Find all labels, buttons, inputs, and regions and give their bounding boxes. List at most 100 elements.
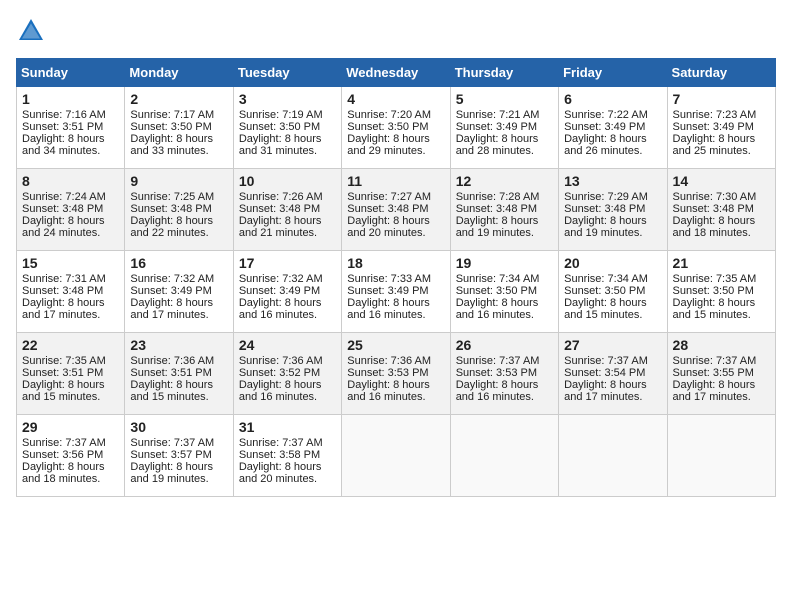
day-number: 19 [456,255,553,271]
sunrise-text: Sunrise: 7:30 AM [673,191,757,203]
sunrise-text: Sunrise: 7:37 AM [564,355,648,367]
sunset-text: Sunset: 3:53 PM [456,367,537,379]
calendar-cell: 30Sunrise: 7:37 AMSunset: 3:57 PMDayligh… [125,415,233,497]
daylight-text: Daylight: 8 hours and 16 minutes. [347,379,430,403]
daylight-text: Daylight: 8 hours and 19 minutes. [456,215,539,239]
daylight-text: Daylight: 8 hours and 29 minutes. [347,133,430,157]
sunrise-text: Sunrise: 7:36 AM [239,355,323,367]
day-number: 2 [130,91,227,107]
calendar-table: SundayMondayTuesdayWednesdayThursdayFrid… [16,58,776,497]
sunrise-text: Sunrise: 7:35 AM [673,273,757,285]
sunset-text: Sunset: 3:49 PM [347,285,428,297]
calendar-cell: 26Sunrise: 7:37 AMSunset: 3:53 PMDayligh… [450,333,558,415]
day-number: 13 [564,173,661,189]
sunrise-text: Sunrise: 7:34 AM [456,273,540,285]
column-header-tuesday: Tuesday [233,59,341,87]
sunrise-text: Sunrise: 7:17 AM [130,109,214,121]
sunrise-text: Sunrise: 7:31 AM [22,273,106,285]
column-header-monday: Monday [125,59,233,87]
calendar-cell [667,415,775,497]
day-number: 15 [22,255,119,271]
sunrise-text: Sunrise: 7:37 AM [239,437,323,449]
calendar-cell: 31Sunrise: 7:37 AMSunset: 3:58 PMDayligh… [233,415,341,497]
sunset-text: Sunset: 3:50 PM [673,285,754,297]
day-number: 16 [130,255,227,271]
day-number: 22 [22,337,119,353]
daylight-text: Daylight: 8 hours and 16 minutes. [239,379,322,403]
sunset-text: Sunset: 3:55 PM [673,367,754,379]
sunset-text: Sunset: 3:49 PM [239,285,320,297]
calendar-cell: 7Sunrise: 7:23 AMSunset: 3:49 PMDaylight… [667,87,775,169]
calendar-week-row: 15Sunrise: 7:31 AMSunset: 3:48 PMDayligh… [17,251,776,333]
daylight-text: Daylight: 8 hours and 16 minutes. [456,379,539,403]
daylight-text: Daylight: 8 hours and 24 minutes. [22,215,105,239]
daylight-text: Daylight: 8 hours and 16 minutes. [347,297,430,321]
sunset-text: Sunset: 3:48 PM [239,203,320,215]
daylight-text: Daylight: 8 hours and 17 minutes. [22,297,105,321]
calendar-cell: 1Sunrise: 7:16 AMSunset: 3:51 PMDaylight… [17,87,125,169]
calendar-cell: 28Sunrise: 7:37 AMSunset: 3:55 PMDayligh… [667,333,775,415]
calendar-cell: 11Sunrise: 7:27 AMSunset: 3:48 PMDayligh… [342,169,450,251]
day-number: 20 [564,255,661,271]
sunrise-text: Sunrise: 7:34 AM [564,273,648,285]
sunset-text: Sunset: 3:52 PM [239,367,320,379]
calendar-cell: 13Sunrise: 7:29 AMSunset: 3:48 PMDayligh… [559,169,667,251]
sunset-text: Sunset: 3:48 PM [22,285,103,297]
calendar-week-row: 1Sunrise: 7:16 AMSunset: 3:51 PMDaylight… [17,87,776,169]
daylight-text: Daylight: 8 hours and 34 minutes. [22,133,105,157]
column-header-saturday: Saturday [667,59,775,87]
day-number: 8 [22,173,119,189]
sunrise-text: Sunrise: 7:36 AM [347,355,431,367]
sunrise-text: Sunrise: 7:35 AM [22,355,106,367]
column-header-wednesday: Wednesday [342,59,450,87]
sunset-text: Sunset: 3:49 PM [673,121,754,133]
sunset-text: Sunset: 3:54 PM [564,367,645,379]
daylight-text: Daylight: 8 hours and 15 minutes. [22,379,105,403]
day-number: 11 [347,173,444,189]
sunset-text: Sunset: 3:58 PM [239,449,320,461]
calendar-cell: 9Sunrise: 7:25 AMSunset: 3:48 PMDaylight… [125,169,233,251]
sunrise-text: Sunrise: 7:22 AM [564,109,648,121]
daylight-text: Daylight: 8 hours and 28 minutes. [456,133,539,157]
sunrise-text: Sunrise: 7:29 AM [564,191,648,203]
calendar-cell: 2Sunrise: 7:17 AMSunset: 3:50 PMDaylight… [125,87,233,169]
calendar-week-row: 22Sunrise: 7:35 AMSunset: 3:51 PMDayligh… [17,333,776,415]
daylight-text: Daylight: 8 hours and 26 minutes. [564,133,647,157]
day-number: 18 [347,255,444,271]
daylight-text: Daylight: 8 hours and 17 minutes. [564,379,647,403]
daylight-text: Daylight: 8 hours and 16 minutes. [239,297,322,321]
sunset-text: Sunset: 3:51 PM [22,121,103,133]
daylight-text: Daylight: 8 hours and 21 minutes. [239,215,322,239]
calendar-cell: 27Sunrise: 7:37 AMSunset: 3:54 PMDayligh… [559,333,667,415]
column-header-friday: Friday [559,59,667,87]
calendar-cell: 17Sunrise: 7:32 AMSunset: 3:49 PMDayligh… [233,251,341,333]
day-number: 5 [456,91,553,107]
daylight-text: Daylight: 8 hours and 16 minutes. [456,297,539,321]
sunrise-text: Sunrise: 7:37 AM [130,437,214,449]
calendar-cell: 6Sunrise: 7:22 AMSunset: 3:49 PMDaylight… [559,87,667,169]
sunset-text: Sunset: 3:53 PM [347,367,428,379]
calendar-cell: 14Sunrise: 7:30 AMSunset: 3:48 PMDayligh… [667,169,775,251]
sunset-text: Sunset: 3:56 PM [22,449,103,461]
sunset-text: Sunset: 3:57 PM [130,449,211,461]
daylight-text: Daylight: 8 hours and 15 minutes. [564,297,647,321]
day-number: 17 [239,255,336,271]
calendar-cell: 4Sunrise: 7:20 AMSunset: 3:50 PMDaylight… [342,87,450,169]
calendar-cell: 10Sunrise: 7:26 AMSunset: 3:48 PMDayligh… [233,169,341,251]
sunset-text: Sunset: 3:50 PM [239,121,320,133]
sunrise-text: Sunrise: 7:19 AM [239,109,323,121]
sunrise-text: Sunrise: 7:21 AM [456,109,540,121]
sunset-text: Sunset: 3:51 PM [130,367,211,379]
sunset-text: Sunset: 3:51 PM [22,367,103,379]
calendar-cell: 23Sunrise: 7:36 AMSunset: 3:51 PMDayligh… [125,333,233,415]
daylight-text: Daylight: 8 hours and 17 minutes. [673,379,756,403]
day-number: 9 [130,173,227,189]
sunset-text: Sunset: 3:50 PM [564,285,645,297]
day-number: 24 [239,337,336,353]
calendar-cell: 22 Sunrise: 7:35 AMSunset: 3:51 PMDayligh… [17,333,125,415]
day-number: 31 [239,419,336,435]
column-header-thursday: Thursday [450,59,558,87]
daylight-text: Daylight: 8 hours and 17 minutes. [130,297,213,321]
daylight-text: Daylight: 8 hours and 18 minutes. [22,461,105,485]
calendar-week-row: 8Sunrise: 7:24 AMSunset: 3:48 PMDaylight… [17,169,776,251]
